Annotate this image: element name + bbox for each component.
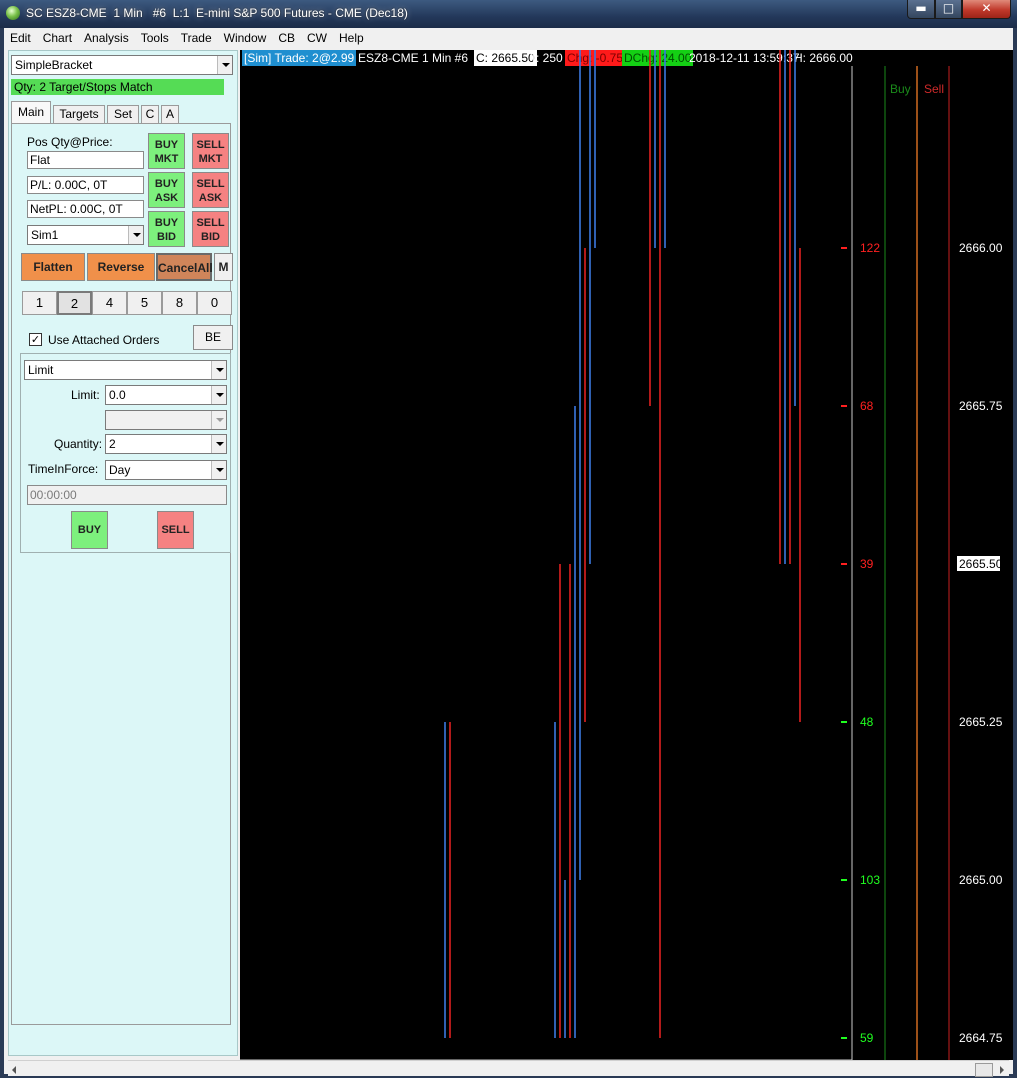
chevron-down-icon bbox=[211, 461, 226, 479]
order-type-value: Limit bbox=[28, 363, 54, 377]
y-tick-label: 2666.00 bbox=[959, 241, 1003, 255]
menu-help[interactable]: Help bbox=[333, 28, 370, 48]
menu-tools[interactable]: Tools bbox=[135, 28, 175, 48]
scroll-left-icon[interactable] bbox=[8, 1063, 22, 1077]
reverse-button[interactable]: Reverse bbox=[87, 253, 155, 281]
sell-button[interactable]: SELL bbox=[157, 511, 194, 549]
qty-button-2[interactable]: 2 bbox=[57, 291, 92, 315]
trade-config-value: SimpleBracket bbox=[15, 58, 93, 72]
breakeven-button[interactable]: BE bbox=[193, 325, 233, 350]
order-type-select[interactable]: Limit bbox=[24, 360, 227, 380]
limit-label: Limit: bbox=[71, 388, 100, 402]
qty-button-1[interactable]: 1 bbox=[22, 291, 57, 315]
chevron-down-icon bbox=[211, 386, 226, 404]
chevron-down-icon bbox=[211, 411, 226, 429]
chevron-down-icon bbox=[211, 361, 226, 379]
pos-qty-label: Pos Qty@Price: bbox=[27, 135, 113, 149]
y-tick-label: 2664.75 bbox=[959, 1031, 1003, 1045]
attached-orders-status: Qty: 2 Target/Stops Match bbox=[11, 79, 224, 95]
tab-c[interactable]: C bbox=[141, 105, 159, 123]
qty-button-0[interactable]: 0 bbox=[197, 291, 232, 315]
volume-label: 122 bbox=[860, 241, 880, 255]
qty-button-5[interactable]: 5 bbox=[127, 291, 162, 315]
menu-edit[interactable]: Edit bbox=[4, 28, 37, 48]
scrollbar-thumb[interactable] bbox=[975, 1063, 993, 1077]
close-button[interactable]: ✕ bbox=[962, 0, 1011, 19]
chevron-down-icon bbox=[128, 226, 143, 244]
tif-value: Day bbox=[109, 463, 131, 477]
chevron-down-icon bbox=[217, 56, 232, 74]
y-tick-label: 2665.25 bbox=[959, 715, 1003, 729]
menu-chart[interactable]: Chart bbox=[37, 28, 78, 48]
quantity-value: 2 bbox=[109, 437, 116, 451]
quantity-select[interactable]: 2 bbox=[105, 434, 227, 454]
y-tick-label: 2665.75 bbox=[959, 399, 1003, 413]
buy-bid-button[interactable]: BUY BID bbox=[148, 211, 185, 247]
chevron-down-icon bbox=[211, 435, 226, 453]
account-select[interactable]: Sim1 bbox=[27, 225, 144, 245]
limit-price-value: 0.0 bbox=[109, 388, 126, 402]
qty-button-8[interactable]: 8 bbox=[162, 291, 197, 315]
volume-label: 39 bbox=[860, 557, 874, 571]
buy-column-label: Buy bbox=[890, 82, 911, 96]
pl-field: P/L: 0.00C, 0T bbox=[27, 176, 144, 194]
sierra-chart-app-icon bbox=[6, 6, 20, 20]
sell-market-button[interactable]: SELL MKT bbox=[192, 133, 229, 169]
trade-config-select[interactable]: SimpleBracket bbox=[11, 55, 233, 75]
tab-targets[interactable]: Targets bbox=[53, 105, 105, 123]
qty-button-4[interactable]: 4 bbox=[92, 291, 127, 315]
window-titlebar: SC ESZ8-CME 1 Min #6 L:1 E-mini S&P 500 … bbox=[0, 0, 1017, 28]
chart-horizontal-scrollbar[interactable] bbox=[8, 1060, 1009, 1077]
sell-column-label: Sell bbox=[924, 82, 944, 96]
menu-trade[interactable]: Trade bbox=[175, 28, 218, 48]
m-button[interactable]: M bbox=[214, 253, 233, 281]
sell-ask-button[interactable]: SELL ASK bbox=[192, 172, 229, 208]
cancel-all-button[interactable]: CancelAll bbox=[156, 253, 213, 281]
y-tick-label: 2665.00 bbox=[959, 873, 1003, 887]
chart-plot: 122 68 39 48 103 59 Buy Sell 2666.00 2665.75 2665.… bbox=[240, 50, 1003, 1060]
flatten-button[interactable]: Flatten bbox=[21, 253, 85, 281]
trade-window-panel: SimpleBracket Qty: 2 Target/Stops Match … bbox=[8, 50, 238, 1056]
volume-label: 48 bbox=[860, 715, 874, 729]
sell-bid-button[interactable]: SELL BID bbox=[192, 211, 229, 247]
tif-label: TimeInForce: bbox=[28, 462, 99, 476]
menu-cw[interactable]: CW bbox=[301, 28, 333, 48]
tab-a[interactable]: A bbox=[161, 105, 179, 123]
volume-label: 68 bbox=[860, 399, 874, 413]
use-attached-orders-checkbox[interactable]: ✓ bbox=[29, 333, 42, 346]
stop-price-input bbox=[105, 410, 227, 430]
window-title: SC ESZ8-CME 1 Min #6 L:1 E-mini S&P 500 … bbox=[26, 6, 408, 20]
account-value: Sim1 bbox=[31, 228, 59, 242]
menu-bar: Edit Chart Analysis Tools Trade Window C… bbox=[4, 28, 1013, 48]
tab-set[interactable]: Set bbox=[107, 105, 139, 123]
menu-window[interactable]: Window bbox=[218, 28, 273, 48]
scroll-right-icon[interactable] bbox=[995, 1063, 1009, 1077]
time-in-force-select[interactable]: Day bbox=[105, 460, 227, 480]
volume-label: 103 bbox=[860, 873, 880, 887]
y-tick-label: 2665.50 bbox=[959, 557, 1003, 571]
tab-main[interactable]: Main bbox=[11, 101, 51, 123]
minimize-button[interactable]: ▬ bbox=[907, 0, 935, 19]
menu-analysis[interactable]: Analysis bbox=[78, 28, 135, 48]
time-input[interactable]: 00:00:00 bbox=[27, 485, 227, 505]
price-chart[interactable]: [Sim] Trade: 2@2.99 ESZ8-CME 1 Min #6 C:… bbox=[240, 50, 1013, 1060]
position-field: Flat bbox=[27, 151, 144, 169]
buy-market-button[interactable]: BUY MKT bbox=[148, 133, 185, 169]
limit-price-input[interactable]: 0.0 bbox=[105, 385, 227, 405]
netpl-field: NetPL: 0.00C, 0T bbox=[27, 200, 144, 218]
quantity-label: Quantity: bbox=[54, 437, 103, 451]
maximize-button[interactable]: □ bbox=[935, 0, 962, 19]
buy-ask-button[interactable]: BUY ASK bbox=[148, 172, 185, 208]
menu-cb[interactable]: CB bbox=[272, 28, 301, 48]
volume-label: 59 bbox=[860, 1031, 874, 1045]
buy-button[interactable]: BUY bbox=[71, 511, 108, 549]
main-window: Edit Chart Analysis Tools Trade Window C… bbox=[4, 28, 1013, 1077]
use-attached-orders-label: Use Attached Orders bbox=[48, 333, 160, 347]
